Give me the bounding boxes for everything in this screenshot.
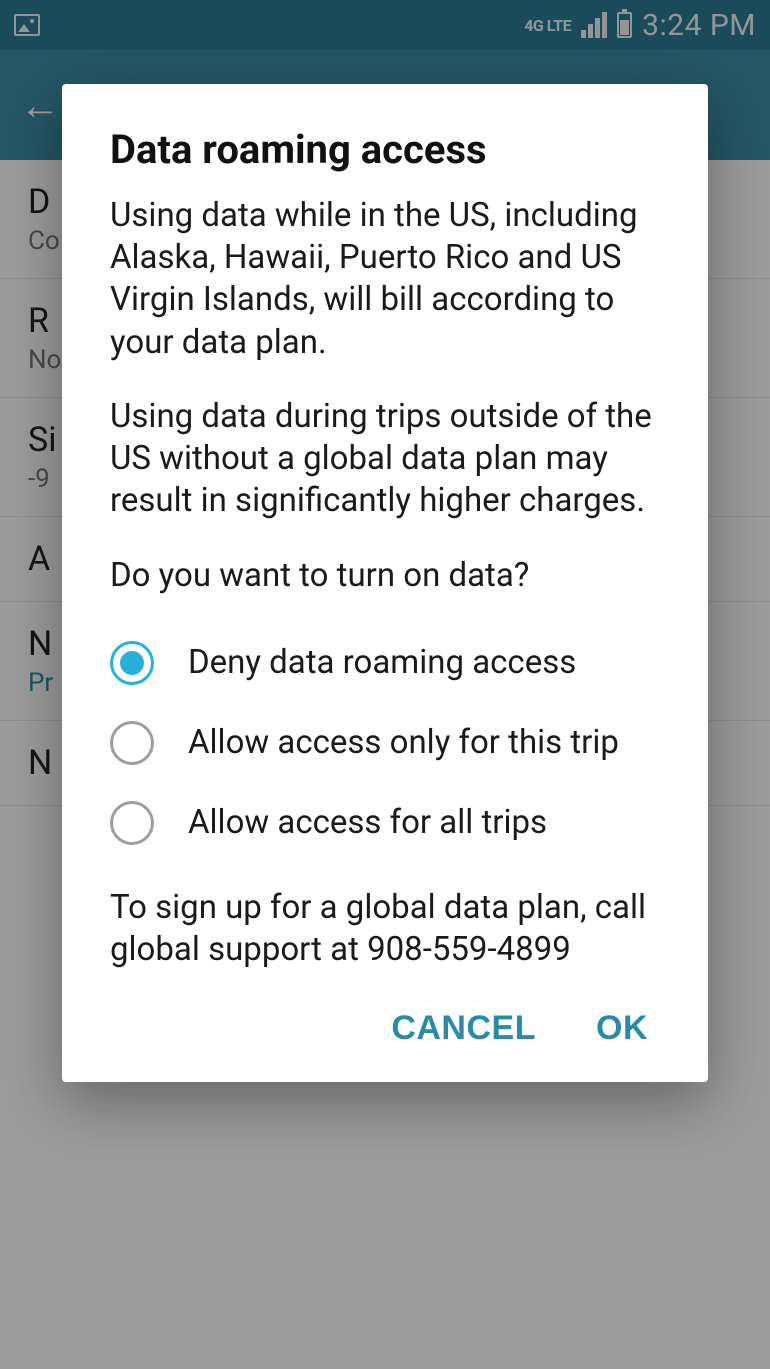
radio-option-deny[interactable]: Deny data roaming access xyxy=(110,623,660,703)
dialog-footer-text: To sign up for a global data plan, call … xyxy=(110,887,660,971)
radio-option-allow-trip[interactable]: Allow access only for this trip xyxy=(110,703,660,783)
radio-icon xyxy=(110,721,154,765)
dialog-title: Data roaming access xyxy=(110,126,660,173)
dialog-paragraph: Using data while in the US, including Al… xyxy=(110,195,660,364)
data-roaming-dialog: Data roaming access Using data while in … xyxy=(62,84,708,1082)
dialog-actions: CANCEL OK xyxy=(110,999,660,1058)
roaming-options-group: Deny data roaming access Allow access on… xyxy=(110,623,660,863)
dialog-paragraph: Using data during trips outside of the U… xyxy=(110,396,660,523)
radio-icon xyxy=(110,801,154,845)
ok-button[interactable]: OK xyxy=(590,999,654,1058)
radio-label: Allow access for all trips xyxy=(188,802,660,843)
radio-option-allow-all[interactable]: Allow access for all trips xyxy=(110,783,660,863)
radio-icon xyxy=(110,641,154,685)
cancel-button[interactable]: CANCEL xyxy=(385,999,542,1058)
radio-label: Deny data roaming access xyxy=(188,642,660,683)
dialog-question: Do you want to turn on data? xyxy=(110,555,660,597)
radio-label: Allow access only for this trip xyxy=(188,722,660,763)
dialog-body: Using data while in the US, including Al… xyxy=(110,195,660,597)
